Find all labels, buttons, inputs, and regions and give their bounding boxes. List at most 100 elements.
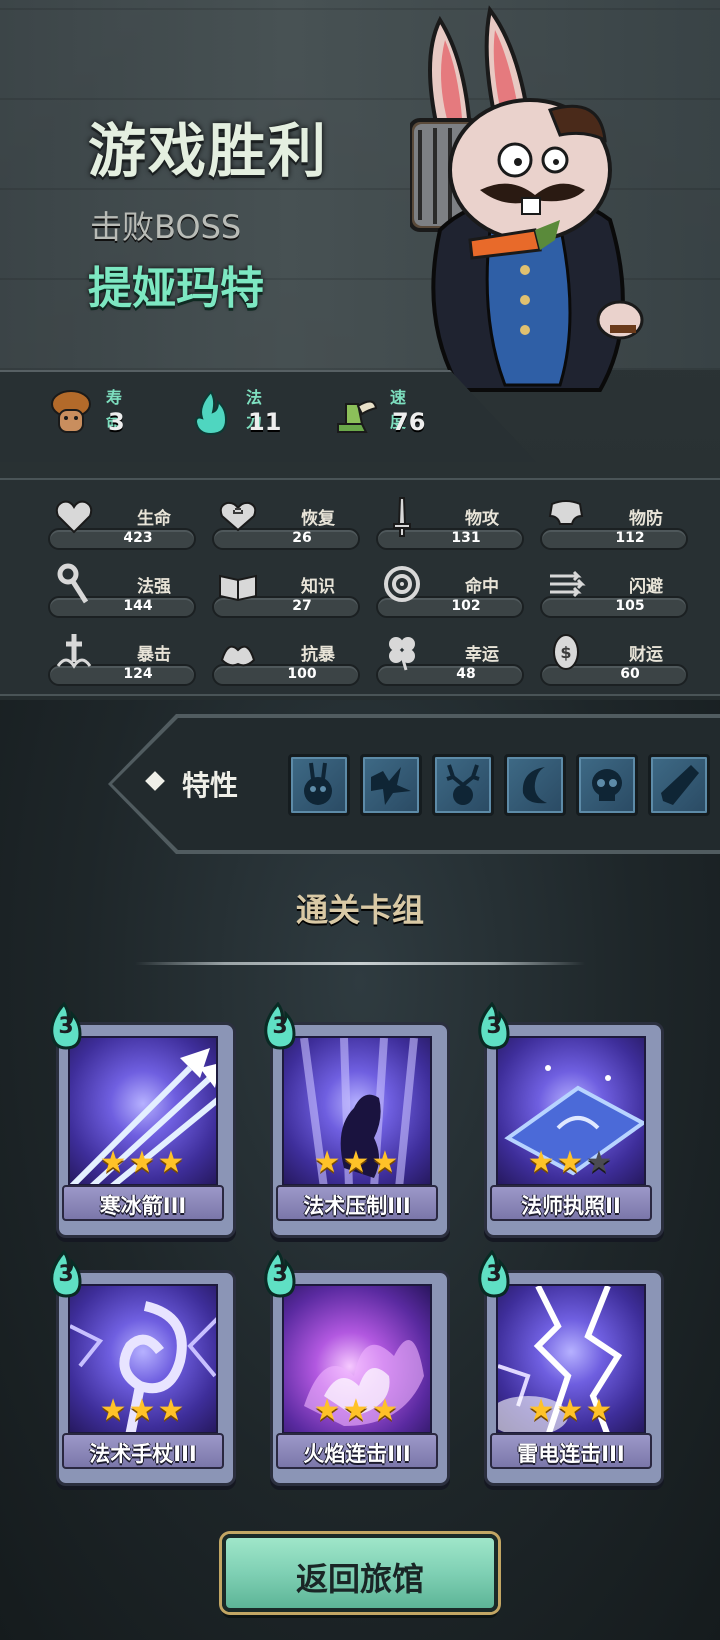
stat-label: 闪避 xyxy=(629,577,663,597)
page-title: 游戏胜利 xyxy=(88,117,329,185)
deck-divider xyxy=(135,962,585,965)
star-icon: ★ xyxy=(556,1393,586,1428)
deck-card[interactable]: ★★★ 法术压制III 3 xyxy=(264,1001,450,1242)
stat-label: 暴击 xyxy=(137,645,171,665)
crystal-trait-icon xyxy=(661,765,699,805)
card-name: 法术手杖III xyxy=(89,1442,197,1466)
antler-trait-icon xyxy=(446,764,480,805)
card-cost: 3 xyxy=(46,1001,86,1052)
stat-value: 112 xyxy=(615,530,645,546)
deck-card[interactable]: ★★★ 火焰连击III 3 xyxy=(264,1249,450,1490)
star-empty-icon: ★ xyxy=(585,1145,615,1180)
return-button-label: 返回旅馆 xyxy=(295,1560,424,1598)
shatter-trait-icon xyxy=(371,767,411,805)
stat-label: 抗暴 xyxy=(301,645,335,665)
stat-pdef: 物防 112 xyxy=(540,490,690,550)
trait-slot-shatter[interactable] xyxy=(360,754,422,816)
heart-icon xyxy=(55,500,93,534)
stat-luck: 幸运 48 xyxy=(376,626,526,686)
stat-label: 法强 xyxy=(137,577,171,597)
stat-label: 物攻 xyxy=(465,509,499,529)
svg-text:$: $ xyxy=(560,643,571,662)
stat-value: 105 xyxy=(615,598,645,614)
heal-heart-icon xyxy=(219,501,257,532)
stat-mpow: 法强 144 xyxy=(48,558,198,618)
sword-icon xyxy=(393,497,411,537)
rabbit-trait-icon xyxy=(304,762,332,805)
stats-panel: 生命 423 恢复 26 物攻 131 物防 112 法强 144 知识 27 … xyxy=(0,478,720,696)
stat-label: 物防 xyxy=(629,509,663,529)
star-icon: ★ xyxy=(157,1393,187,1428)
stat-label: 财运 xyxy=(629,645,663,665)
stat-value: 100 xyxy=(287,666,317,682)
card-cost-value: 3 xyxy=(58,1262,74,1287)
mushroom-hero-icon xyxy=(51,390,91,433)
stat-value: 423 xyxy=(123,530,153,546)
stat-label: 生命 xyxy=(137,509,171,529)
card-stars: ★★★ xyxy=(270,1396,444,1426)
card-cost: 3 xyxy=(474,1249,514,1300)
star-icon: ★ xyxy=(342,1393,372,1428)
card-cost-value: 3 xyxy=(58,1014,74,1039)
boss-name: 提娅玛特 xyxy=(88,263,264,314)
deck-title: 通关卡组 xyxy=(295,891,424,929)
deck-card[interactable]: ★★★ 法术手杖III 3 xyxy=(50,1249,236,1490)
star-icon: ★ xyxy=(313,1393,343,1428)
card-cost-value: 3 xyxy=(486,1262,502,1287)
stat-label: 知识 xyxy=(301,577,335,597)
trait-slot-rabbit[interactable] xyxy=(288,754,350,816)
card-name: 法师执照II xyxy=(521,1194,621,1218)
stat-wealth: $ 财运 60 xyxy=(540,626,690,686)
trait-slot-skull[interactable] xyxy=(576,754,638,816)
stat-value: 131 xyxy=(451,530,481,546)
card-cost-value: 3 xyxy=(272,1014,288,1039)
stat-label: 幸运 xyxy=(465,645,499,665)
star-icon: ★ xyxy=(585,1393,615,1428)
stat-knowledge: 知识 27 xyxy=(212,558,362,618)
stat-crit-resist: 抗暴 100 xyxy=(212,626,362,686)
trait-slot-moon[interactable] xyxy=(504,754,566,816)
card-stars: ★★★ xyxy=(56,1148,230,1178)
summary-value: 11 xyxy=(248,408,282,436)
traits-label: 特性 xyxy=(182,769,239,802)
deck-card[interactable]: ★★★ 雷电连击III 3 xyxy=(478,1249,664,1490)
star-icon: ★ xyxy=(128,1393,158,1428)
star-icon: ★ xyxy=(157,1145,187,1180)
summary-strip: 寿命 3 法力 11 速度 76 xyxy=(0,370,720,462)
star-icon: ★ xyxy=(527,1145,557,1180)
deck-card[interactable]: ★★★ 寒冰箭III 3 xyxy=(50,1001,236,1242)
boss-portrait xyxy=(408,0,670,410)
card-name: 雷电连击III xyxy=(517,1442,625,1466)
deck-card[interactable]: ★★★ 法师执照II 3 xyxy=(478,1001,664,1242)
card-cost: 3 xyxy=(260,1001,300,1052)
star-icon: ★ xyxy=(313,1145,343,1180)
trait-slot-crystal[interactable] xyxy=(648,754,710,816)
stat-label: 恢复 xyxy=(301,509,335,529)
stat-value: 27 xyxy=(292,598,312,614)
card-name: 火焰连击III xyxy=(303,1442,411,1466)
stat-patk: 物攻 131 xyxy=(376,490,526,550)
card-stars: ★★★ xyxy=(270,1148,444,1178)
star-icon: ★ xyxy=(99,1393,129,1428)
stat-value: 60 xyxy=(620,666,640,682)
card-stars: ★★★ xyxy=(484,1148,658,1178)
card-cost-value: 3 xyxy=(486,1014,502,1039)
card-cost: 3 xyxy=(260,1249,300,1300)
card-cost: 3 xyxy=(474,1001,514,1052)
target-icon xyxy=(384,566,420,602)
book-icon xyxy=(219,574,257,602)
crit-icon xyxy=(56,634,92,669)
skull-trait-icon xyxy=(592,769,622,801)
stat-value: 124 xyxy=(123,666,153,682)
star-icon: ★ xyxy=(99,1145,129,1180)
stat-value: 144 xyxy=(123,598,153,614)
star-icon: ★ xyxy=(371,1393,401,1428)
star-icon: ★ xyxy=(556,1145,586,1180)
stat-crit: 暴击 124 xyxy=(48,626,198,686)
trait-slot-antler[interactable] xyxy=(432,754,494,816)
star-icon: ★ xyxy=(342,1145,372,1180)
stat-hp: 生命 423 xyxy=(48,490,198,550)
stat-label: 命中 xyxy=(465,577,499,597)
crit-resist-icon xyxy=(220,645,256,667)
return-to-inn-button[interactable]: 返回旅馆 xyxy=(222,1534,498,1612)
